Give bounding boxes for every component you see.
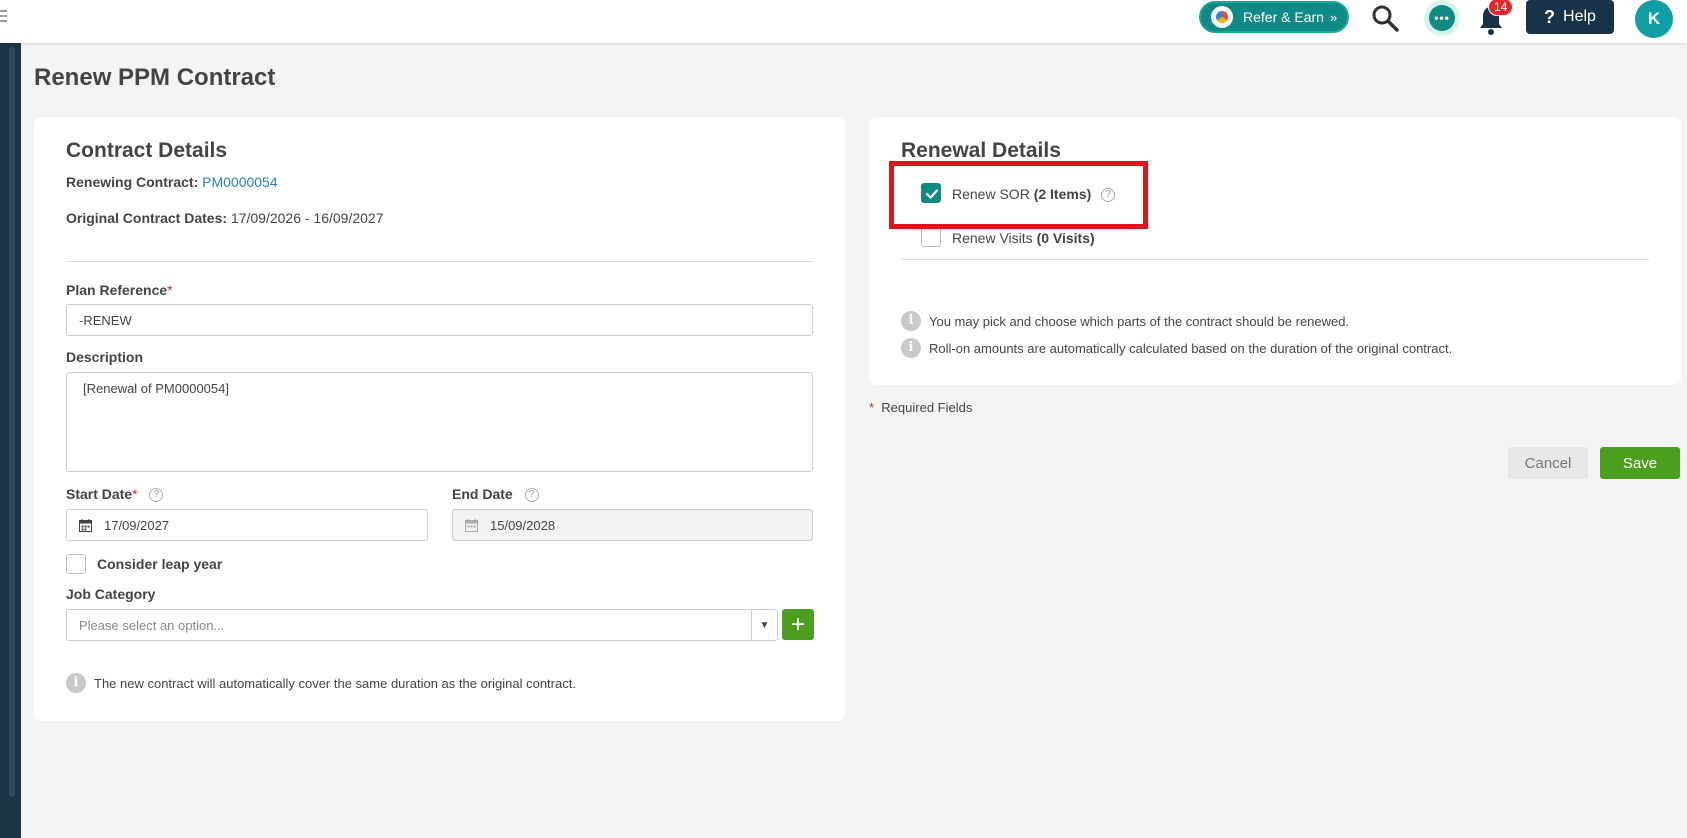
job-category-label: Job Category: [66, 586, 156, 602]
question-icon: ?: [1544, 6, 1556, 27]
top-bar: Refer & Earn » ••• 14 ? Help K: [0, 0, 1687, 43]
plan-reference-label: Plan Reference*: [66, 282, 173, 298]
divider: [66, 261, 813, 262]
calendar-icon: [79, 518, 92, 532]
help-button[interactable]: ? Help: [1526, 0, 1614, 34]
highlight-box: [889, 161, 1148, 229]
chat-icon[interactable]: •••: [1424, 0, 1460, 36]
contract-details-card: Contract Details Renewing Contract: PM00…: [34, 117, 845, 721]
renewal-details-heading: Renewal Details: [901, 139, 1061, 162]
start-date-label: Start Date* ?: [66, 486, 164, 503]
double-chevron-icon: »: [1329, 9, 1337, 25]
renewing-contract-link[interactable]: PM0000054: [202, 174, 278, 190]
cancel-button[interactable]: Cancel: [1508, 447, 1588, 479]
renewing-contract-row: Renewing Contract: PM0000054: [66, 174, 278, 190]
renewal-info-1: i You may pick and choose which parts of…: [901, 311, 1349, 331]
refer-earn-button[interactable]: Refer & Earn »: [1199, 1, 1349, 33]
renew-visits-checkbox[interactable]: [921, 227, 941, 247]
renew-visits-label: Renew Visits (0 Visits): [952, 230, 1095, 246]
original-dates-row: Original Contract Dates: 17/09/2026 - 16…: [66, 210, 384, 226]
renewal-details-card: Renewal Details Renew SOR (2 Items) ? Re…: [869, 117, 1681, 385]
left-sidebar: [0, 43, 21, 838]
end-date-label: End Date ?: [452, 486, 539, 503]
info-icon: i: [901, 311, 921, 331]
leap-year-checkbox[interactable]: [66, 554, 86, 574]
menu-icon[interactable]: [0, 10, 8, 24]
save-button[interactable]: Save: [1600, 447, 1680, 479]
info-icon: i: [901, 338, 921, 358]
question-circle-icon[interactable]: ?: [149, 488, 164, 503]
avatar[interactable]: K: [1635, 0, 1673, 38]
refer-earn-label: Refer & Earn: [1243, 9, 1324, 25]
question-circle-icon[interactable]: ?: [524, 488, 539, 503]
page-title: Renew PPM Contract: [34, 64, 276, 91]
description-textarea[interactable]: [Renewal of PM0000054]: [66, 372, 813, 472]
add-job-category-button[interactable]: +: [782, 609, 814, 640]
contract-details-heading: Contract Details: [66, 139, 228, 162]
refer-logo-icon: [1211, 6, 1233, 28]
start-date-input[interactable]: 17/09/2027: [66, 509, 428, 541]
renewal-info-2: i Roll-on amounts are automatically calc…: [901, 338, 1452, 358]
required-fields-note: * Required Fields: [869, 400, 973, 415]
info-icon: i: [66, 673, 86, 693]
description-label: Description: [66, 349, 144, 365]
sidebar-scrollbar[interactable]: [9, 47, 15, 797]
end-date-input: 15/09/2028: [452, 509, 813, 541]
notification-badge: 14: [1488, 0, 1514, 16]
chevron-down-icon[interactable]: ▼: [751, 610, 777, 640]
help-label: Help: [1563, 8, 1596, 25]
leap-year-label: Consider leap year: [97, 556, 223, 572]
job-category-select[interactable]: Please select an option... ▼: [66, 609, 778, 641]
plan-reference-input[interactable]: -RENEW: [66, 304, 813, 336]
search-icon[interactable]: [1370, 3, 1400, 33]
divider: [901, 259, 1649, 260]
duration-info: i The new contract will automatically co…: [66, 673, 576, 693]
calendar-icon: [465, 518, 478, 532]
